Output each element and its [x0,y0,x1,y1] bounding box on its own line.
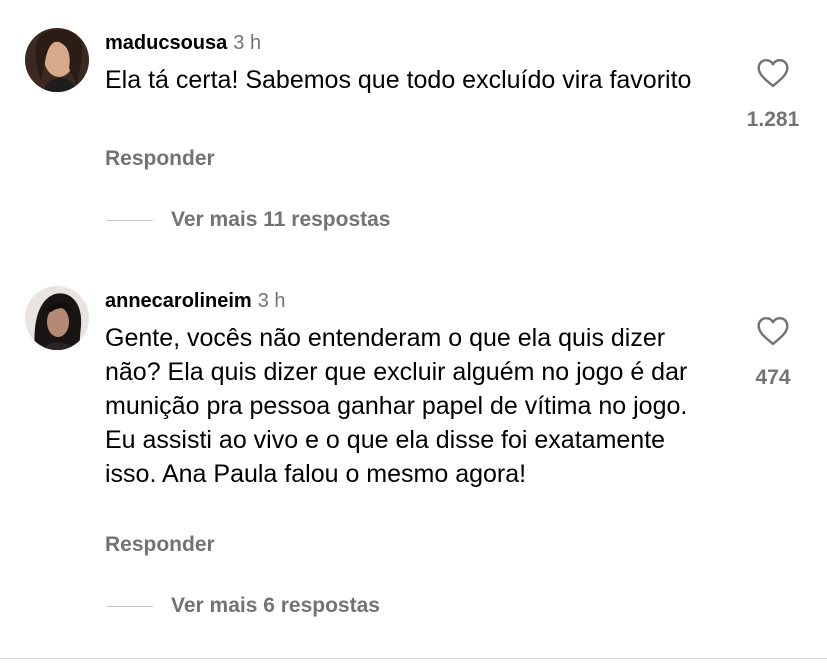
avatar[interactable] [25,286,89,350]
view-more-replies-label: Ver mais 11 respostas [171,208,391,231]
reply-button[interactable]: Responder [105,147,215,171]
view-more-replies-button[interactable]: Ver mais 6 respostas [107,591,380,621]
username[interactable]: annecarolineim [105,290,252,312]
bottom-divider [0,658,827,659]
comment-text: Gente, vocês não entenderam o que ela qu… [105,324,688,488]
timestamp: 3 h [233,32,262,54]
like-count: 474 [755,366,791,389]
like-count: 1.281 [746,108,800,131]
comment-meta: annecarolineim 3 h [105,288,286,314]
heart-outline-icon[interactable] [756,58,790,88]
view-more-replies-label: Ver mais 6 respostas [171,594,380,617]
like-control: 474 [740,316,806,390]
replies-divider-line [107,605,153,607]
view-more-replies-button[interactable]: Ver mais 11 respostas [107,205,391,235]
timestamp: 3 h [257,290,286,312]
comment-text: Ela tá certa! Sabemos que todo excluído … [105,66,692,94]
replies-divider-line [107,219,153,221]
avatar[interactable] [25,28,89,92]
like-control: 1.281 [740,58,806,132]
username[interactable]: maducsousa [105,32,227,54]
comment-meta: maducsousa 3 h [105,30,261,56]
heart-outline-icon[interactable] [756,316,790,346]
reply-button[interactable]: Responder [105,533,215,557]
